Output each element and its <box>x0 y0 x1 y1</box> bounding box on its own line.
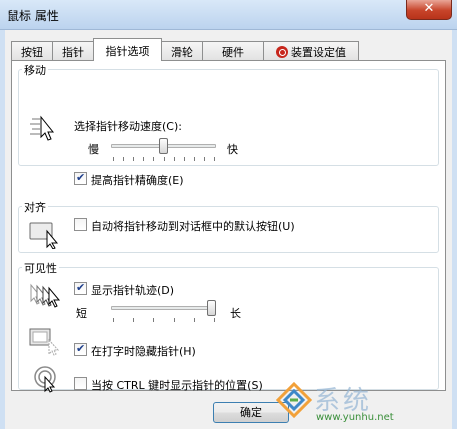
speed-fast-label: 快 <box>227 143 238 156</box>
tab-wheel[interactable]: 滑轮 <box>161 41 203 60</box>
pointer-speed-icon <box>30 115 55 141</box>
precision-checkbox[interactable] <box>74 171 87 185</box>
close-icon: ✕ <box>423 1 435 16</box>
hide-while-typing-icon <box>29 328 60 356</box>
tab-panel: 移动 选择指针移动速度(C): 慢 快 提高指针精确度(E) 对齐 自动将指针移… <box>11 60 446 393</box>
trails-slider-thumb[interactable] <box>207 300 216 316</box>
speed-slider-thumb[interactable] <box>159 138 168 154</box>
trails-slider-track <box>111 306 216 310</box>
snap-to-button-icon <box>29 222 59 249</box>
tab-label: 滑轮 <box>171 46 193 59</box>
show-location-checkbox[interactable] <box>74 377 87 390</box>
pointer-trails-checkbox[interactable] <box>74 281 87 295</box>
tab-label: 按钮 <box>21 46 43 59</box>
watermark-logo-icon <box>276 382 312 418</box>
tab-label: 指针选项 <box>105 45 150 58</box>
precision-label: 提高指针精确度(E) <box>91 174 184 187</box>
tab-label: 硬件 <box>222 46 244 59</box>
site-watermark: 系统 www.yunhu.net <box>276 380 454 426</box>
speed-slider-ticks <box>113 157 215 161</box>
window-title: 鼠标 属性 <box>7 9 59 23</box>
tab-hardware[interactable]: 硬件 <box>202 41 264 60</box>
snap-to-default-label: 自动将指针移动到对话框中的默认按钮(U) <box>91 220 295 233</box>
show-location-label: 当按 CTRL 键时显示指针的位置(S) <box>91 379 263 392</box>
device-settings-icon <box>276 46 288 58</box>
tab-device-settings[interactable]: 装置设定值 <box>263 41 359 60</box>
tab-label: 指针 <box>62 46 84 59</box>
snap-to-default-checkbox[interactable] <box>74 218 87 231</box>
title-bar: 鼠标 属性 ✕ <box>0 0 457 30</box>
hide-while-typing-checkbox[interactable] <box>74 342 87 356</box>
trails-long-label: 长 <box>230 307 241 320</box>
pointer-trails-icon <box>30 283 61 308</box>
dialog-body: 按钮 指针 指针选项 滑轮 硬件 装置设定值 移动 选择指针移动速度(C): 慢… <box>5 30 452 429</box>
trails-short-label: 短 <box>76 307 87 320</box>
ok-button-label: 确定 <box>240 406 262 419</box>
tab-buttons[interactable]: 按钮 <box>11 41 53 60</box>
speed-label: 选择指针移动速度(C): <box>74 120 182 133</box>
motion-group-title: 移动 <box>22 62 48 78</box>
pointer-trails-label: 显示指针轨迹(D) <box>91 284 175 297</box>
tab-label: 装置设定值 <box>291 46 346 59</box>
close-button[interactable]: ✕ <box>406 0 452 20</box>
watermark-url: www.yunhu.net <box>316 412 394 423</box>
hide-while-typing-label: 在打字时隐藏指针(H) <box>91 345 196 358</box>
visibility-group-title: 可见性 <box>22 260 59 276</box>
show-location-ctrl-icon <box>34 366 56 393</box>
trails-slider-ticks <box>113 318 215 322</box>
tab-pointer-options[interactable]: 指针选项 <box>93 38 162 61</box>
tab-pointers[interactable]: 指针 <box>52 41 94 60</box>
snap-group-title: 对齐 <box>22 199 48 215</box>
speed-slow-label: 慢 <box>88 143 99 156</box>
